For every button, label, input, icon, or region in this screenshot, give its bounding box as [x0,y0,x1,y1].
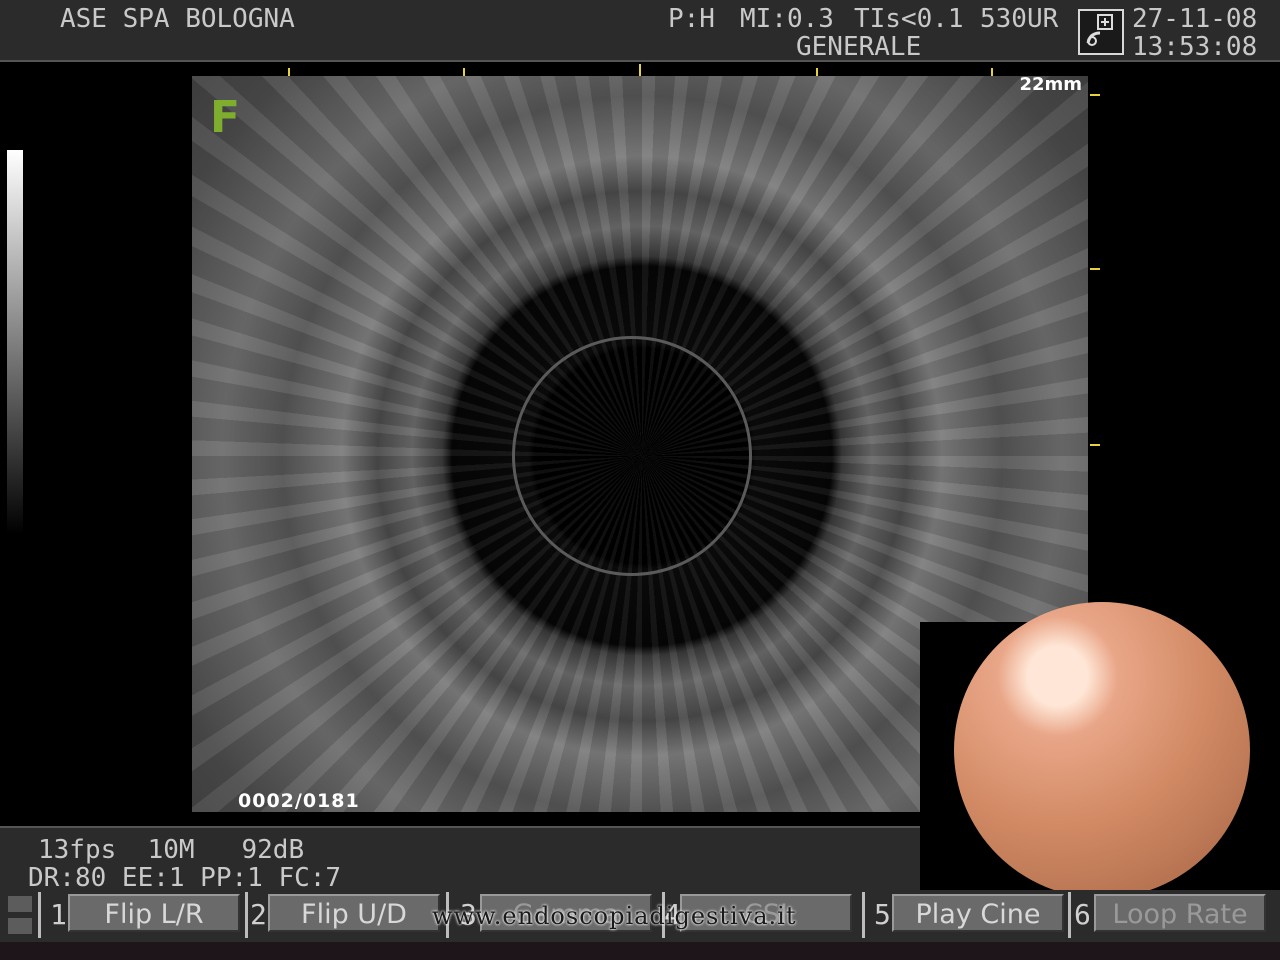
probe-readout: 530UR [980,4,1059,34]
grayscale-bar [7,150,23,534]
softkey-separator [38,892,41,938]
status-line-1: 13fps 10M 92dB [38,835,305,865]
softkey-separator [1068,892,1071,938]
flip-ud-button[interactable]: Flip U/D [268,894,440,932]
depth-readout: 22mm [1019,76,1082,95]
status-line-2: DR:80 EE:1 PP:1 FC:7 [28,863,342,893]
time-readout: 13:53:08 [1132,32,1258,62]
softkey-2-number: 2 [250,898,267,931]
scale-tick [288,68,290,76]
softkey-5-number: 5 [874,898,891,931]
scale-tick [816,68,818,76]
arrow-down-icon[interactable] [8,918,32,934]
scale-tick-center [639,64,641,76]
endoscopic-view [920,602,1280,898]
probe-icon [1078,9,1124,55]
mi-readout: MI:0.3 [740,4,834,34]
preset-name: GENERALE [796,32,922,62]
tis-readout: TIs<0.1 [854,4,964,34]
softkey-1-number: 1 [50,898,67,931]
power-readout: P:H [668,4,715,34]
date-readout: 27-11-08 [1132,4,1258,34]
softkey-6-number: 6 [1074,898,1091,931]
page-arrows[interactable] [8,896,32,936]
frame-counter: 0002/0181 [238,790,360,812]
play-cine-button[interactable]: Play Cine [892,894,1064,932]
watermark: www.endoscopiadigestiva.it [432,902,797,930]
probe-icon-graphic [1086,14,1113,46]
softkey-separator [862,892,865,938]
side-scale-tick [1090,94,1100,96]
frame-marker: F [210,92,241,143]
header-bar: ASE SPA BOLOGNA P:H MI:0.3 TIs<0.1 530UR… [0,0,1280,62]
softkey-separator [245,892,248,938]
loop-rate-button[interactable]: Loop Rate [1094,894,1266,932]
scale-tick [991,68,993,76]
institution-name: ASE SPA BOLOGNA [60,4,295,34]
endoscopic-lens-image [954,602,1250,898]
flip-lr-button[interactable]: Flip L/R [68,894,240,932]
arrow-up-icon[interactable] [8,896,32,912]
transducer-ring [512,336,752,576]
status-panel: 13fps 10M 92dB DR:80 EE:1 PP:1 FC:7 [0,826,920,892]
side-scale-tick [1090,444,1100,446]
bottom-strip [0,942,1280,960]
side-scale-tick [1090,268,1100,270]
scale-tick [463,68,465,76]
